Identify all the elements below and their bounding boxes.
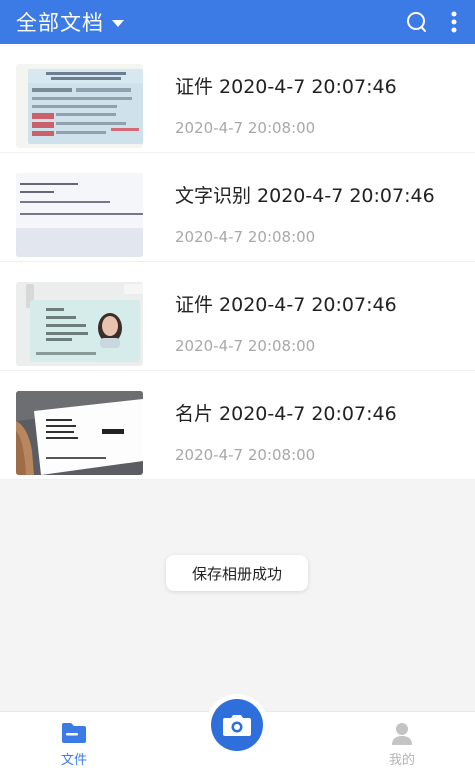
document-title: 证件 2020-4-7 20:07:46: [175, 294, 397, 316]
camera-scan-button[interactable]: [206, 694, 268, 756]
tab-files-label: 文件: [60, 753, 87, 768]
document-title: 证件 2020-4-7 20:07:46: [175, 76, 397, 98]
user-icon: [392, 723, 412, 745]
tab-files[interactable]: 文件: [34, 720, 114, 768]
document-list-item[interactable]: 文字识别 2020-4-7 20:07:46 2020-4-7 20:08:00: [0, 153, 475, 262]
search-button[interactable]: [403, 8, 431, 36]
more-options-button[interactable]: [445, 8, 463, 36]
document-date: 2020-4-7 20:08:00: [175, 228, 316, 246]
document-title: 名片 2020-4-7 20:07:46: [175, 403, 397, 425]
document-filter-dropdown[interactable]: 全部文档: [16, 7, 124, 37]
document-list-item[interactable]: 名片 2020-4-7 20:07:46 2020-4-7 20:08:00: [0, 371, 475, 480]
header-actions: [403, 8, 463, 36]
document-title: 文字识别 2020-4-7 20:07:46: [175, 185, 435, 207]
tab-mine[interactable]: 我的: [362, 720, 442, 768]
document-list-item[interactable]: 证件 2020-4-7 20:07:46 2020-4-7 20:08:00: [0, 44, 475, 153]
caret-down-icon: [112, 19, 124, 27]
document-thumbnail: [16, 282, 143, 366]
top-app-bar: 全部文档: [0, 0, 475, 44]
folder-icon: [62, 723, 86, 743]
camera-icon: [223, 715, 251, 736]
document-thumbnail: [16, 173, 143, 257]
document-thumbnail: [16, 64, 143, 148]
more-vertical-icon: [451, 11, 457, 33]
tab-mine-label: 我的: [388, 753, 415, 768]
document-date: 2020-4-7 20:08:00: [175, 119, 316, 137]
document-list-item[interactable]: 证件 2020-4-7 20:07:46 2020-4-7 20:08:00: [0, 262, 475, 371]
document-thumbnail: [16, 391, 143, 475]
page-title: 全部文档: [16, 11, 104, 35]
document-date: 2020-4-7 20:08:00: [175, 446, 316, 464]
document-date: 2020-4-7 20:08:00: [175, 337, 316, 355]
document-list: 证件 2020-4-7 20:07:46 2020-4-7 20:08:00 文…: [0, 44, 475, 480]
save-success-toast: 保存相册成功: [166, 555, 308, 591]
search-icon: [407, 12, 426, 32]
